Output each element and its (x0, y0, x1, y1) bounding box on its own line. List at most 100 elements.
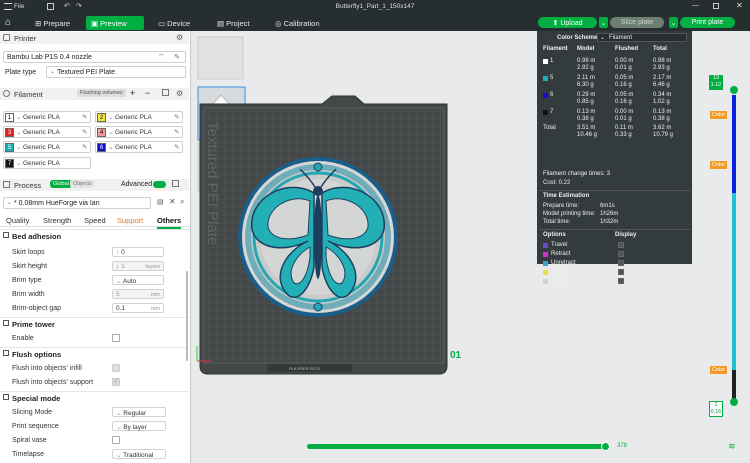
advanced-switch[interactable] (153, 181, 166, 188)
tab-device[interactable]: ▭ Device (153, 16, 196, 30)
edit-icon[interactable]: ✎ (174, 143, 179, 151)
skirt-loops-input[interactable]: ↕ 0 (112, 247, 164, 257)
print-dropdown[interactable]: ⌄ (669, 17, 678, 28)
filament-slot[interactable]: 4 ⌄ Generic PLA ✎ (95, 126, 183, 138)
prime-tower-enable-checkbox[interactable] (112, 334, 120, 342)
display-checkbox[interactable] (618, 269, 624, 275)
delete-preset-icon[interactable]: ✕ (169, 197, 176, 206)
printer-section-header: Printer ⚙ (0, 32, 189, 44)
sync-icon[interactable] (162, 89, 169, 96)
minimize-button[interactable]: — (692, 2, 699, 9)
edit-icon[interactable]: ✎ (174, 113, 179, 121)
upload-button[interactable]: ⬆ Upload (538, 17, 597, 28)
objects-toggle[interactable]: Objects (70, 180, 95, 188)
slice-statistics-panel: Color Scheme ⌄ Filament Filament Model Flu… (537, 31, 692, 284)
slice-plate-button[interactable]: Slice plate (610, 17, 664, 28)
filament-slot[interactable]: 2 ⌄ Generic PLA ✎ (95, 111, 183, 123)
filament-settings-icon[interactable]: ⚙ (176, 89, 183, 98)
edit-icon[interactable]: ✎ (82, 143, 87, 151)
filament-color-swatch[interactable]: 7 (5, 159, 14, 168)
skirt-height-input[interactable]: ↕ 1 layers (112, 261, 164, 271)
time-label: Model printing time: (543, 211, 596, 217)
printer-select[interactable]: Bambu Lab P1S 0.4 nozzle ⌔ ✎ (3, 51, 186, 63)
brim-type-select[interactable]: ⌄ Auto (112, 275, 164, 285)
options-heading: Options (543, 232, 566, 238)
print-sequence-select[interactable]: ⌄ By layer (112, 421, 166, 431)
compare-icon[interactable] (172, 180, 179, 187)
time-value: 6m1s (600, 203, 615, 209)
tab-preview[interactable]: ▣ Preview (86, 16, 144, 30)
edit-icon[interactable]: ✎ (174, 53, 180, 61)
filament-color-swatch[interactable]: 3 (5, 128, 14, 137)
total-length: 0.98 m (653, 58, 672, 64)
display-checkbox[interactable] (618, 251, 624, 257)
total-flushed-length: 0.11 m (615, 125, 633, 131)
add-filament-icon[interactable]: + (130, 88, 135, 98)
layers-icon[interactable]: ≋ (728, 441, 736, 452)
butterfly-model[interactable] (238, 157, 398, 317)
option-color-swatch (543, 261, 548, 266)
flush-support-checkbox[interactable]: ✓ (112, 378, 120, 386)
tab-prepare[interactable]: ⊞ Prepare (30, 16, 76, 30)
search-icon[interactable]: ⌕ (180, 197, 184, 207)
filament-color-swatch[interactable]: 2 (97, 113, 106, 122)
layer-slider-thumb-bottom[interactable] (730, 398, 738, 406)
upload-dropdown[interactable]: ⌄ (599, 17, 608, 28)
home-icon[interactable]: ⌂ (5, 17, 11, 28)
edit-icon[interactable]: ✎ (82, 128, 87, 136)
plate-thumbnail-other[interactable] (197, 36, 244, 80)
process-tab-quality[interactable]: Quality (6, 216, 29, 225)
tab-project[interactable]: ▤ Project (212, 16, 256, 30)
layer-slider[interactable]: 13 1.12 1 0.16 Color Color Color (701, 72, 738, 422)
move-slider-thumb[interactable] (600, 442, 610, 451)
print-plate-button[interactable]: Print plate (680, 17, 735, 28)
settings-scroll-area[interactable]: Bed adhesion Skirt loops ↕ 0 Skirt heigh… (0, 228, 189, 463)
process-tab-support[interactable]: Support (117, 216, 143, 225)
flush-infill-checkbox[interactable] (112, 364, 120, 372)
option-label: Seams (551, 278, 570, 284)
timelapse-select[interactable]: ⌄ Traditional (112, 449, 166, 459)
slicing-mode-select[interactable]: ⌄ Regular (112, 407, 166, 417)
time-label: Prepare time: (543, 203, 580, 209)
filament-slot[interactable]: 1 ⌄ Generic PLA ✎ (3, 111, 91, 123)
filament-color-swatch[interactable]: 5 (5, 143, 14, 152)
wifi-icon[interactable]: ⌔ (158, 53, 165, 62)
filament-slot[interactable]: 5 ⌄ Generic PLA ✎ (3, 141, 91, 153)
process-tab-strength[interactable]: Strength (43, 216, 71, 225)
save-preset-icon[interactable]: ▤ (157, 198, 164, 206)
close-button[interactable]: ✕ (736, 1, 743, 10)
color-change-tag-2[interactable]: Color (710, 161, 728, 169)
edit-icon[interactable]: ✎ (82, 113, 87, 121)
spiral-vase-checkbox[interactable] (112, 436, 120, 444)
filament-slot[interactable]: 7 ⌄ Generic PLA (3, 157, 91, 169)
layer-slider-thumb-top[interactable] (730, 86, 738, 94)
edit-icon[interactable]: ✎ (174, 128, 179, 136)
process-tab-speed[interactable]: Speed (84, 216, 106, 225)
filament-color-swatch[interactable]: 6 (97, 143, 106, 152)
remove-filament-icon[interactable]: − (145, 88, 150, 98)
brim-gap-input[interactable]: 0.1 mm (112, 303, 164, 313)
move-slider-track[interactable] (307, 444, 609, 449)
total-total-weight: 10.79 g (653, 132, 674, 138)
maximize-button[interactable] (713, 3, 719, 9)
brim-width-input[interactable]: 5 mm (112, 289, 164, 299)
color-change-tag-3[interactable]: Color (710, 366, 728, 374)
printer-heading: Printer (14, 34, 37, 43)
filament-slot[interactable]: 6 ⌄ Generic PLA ✎ (95, 141, 183, 153)
tab-calibration[interactable]: ◎ Calibration (270, 16, 326, 30)
process-preset-select[interactable]: ⌄ * 0.08mm HueForge via Ian (3, 197, 151, 209)
display-checkbox[interactable] (618, 278, 624, 284)
filament-color-swatch[interactable]: 1 (5, 113, 14, 122)
printer-settings-icon[interactable]: ⚙ (176, 33, 183, 42)
process-tabs: Quality Strength Speed Support Others (0, 213, 189, 229)
color-change-tag-1[interactable]: Color (710, 111, 728, 119)
global-toggle[interactable]: Global (50, 180, 72, 188)
display-checkbox[interactable] (618, 242, 624, 248)
filament-slot[interactable]: 3 ⌄ Generic PLA ✎ (3, 126, 91, 138)
plate-type-select[interactable]: ⌄ Textured PEI Plate (46, 66, 186, 78)
filament-color-swatch[interactable]: 4 (97, 128, 106, 137)
display-checkbox[interactable] (618, 260, 624, 266)
sidebar-scrollbar[interactable] (186, 271, 188, 361)
flushing-volumes-button[interactable]: Flushing volumes (77, 89, 126, 97)
tab-label: Project (226, 19, 250, 28)
